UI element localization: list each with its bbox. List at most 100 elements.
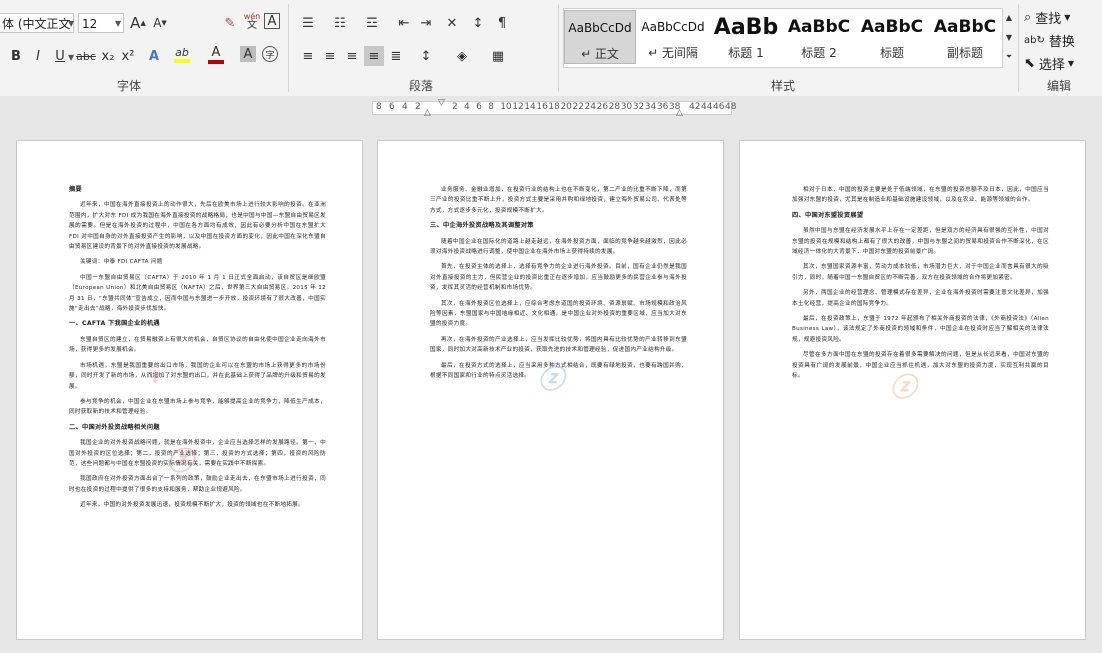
bullets-icon[interactable]: ☰ [298,13,318,33]
ruler-tick-label: 46 [713,102,725,112]
sort-icon[interactable]: ↕ [468,13,488,33]
styles-scroll-up-icon[interactable]: ▲ [1003,8,1015,26]
ruler-tick-label: 36 [656,102,669,112]
align-left-icon[interactable]: ≡ [298,46,318,66]
multilevel-list-icon[interactable]: ☲ [362,13,382,33]
font-group: 体 (中文正文 ▼ 12 ▼ A ▲ A ▼ ✎ wén 文 A B I U ▼ a… [0,0,280,96]
ruler-tick-label: 4 [402,102,408,112]
line-spacing-icon[interactable]: ↕ [416,46,436,66]
superscript-button[interactable]: x² [118,46,138,66]
subscript-button[interactable]: x₂ [98,46,118,66]
italic-button[interactable]: I [28,46,48,66]
underline-dropdown-icon[interactable]: ▼ [68,53,74,62]
ruler-tick-label: 14 [524,102,536,112]
document-page-3[interactable]: 相对于日本，中国的投资主要是处于低端领域，在东盟的投资总额不及日本，因此，中国应… [739,140,1086,640]
shading-icon[interactable]: ◈ [452,46,472,66]
ruler-tick-label: 30 [620,102,633,112]
ruler-tick-label: 28 [608,102,621,112]
font-group-label: 字体 [116,79,141,93]
section-heading: 三、中企海外投资战略及其调整对策 [430,222,534,230]
paragraph-group: ☰ ☷ ☲ ⇤ ⇥ ✕ ↕ ¶ ≡ ≡ ≡ ≡ ≣ ↕ ◈ ▦ 段落 [290,0,552,96]
body-paragraph: 市场机遇，东盟是我国重要的出口市场，我国的企业可以在东盟的市场上获得更多的市场份… [69,362,326,390]
replace-icon: ab↻ [1024,34,1045,46]
ruler-tick-label: 24 [584,102,596,112]
find-dropdown-icon[interactable]: ▼ [1064,13,1070,22]
separator [1018,4,1019,92]
show-marks-icon[interactable]: ¶ [492,13,512,33]
select-dropdown-icon[interactable]: ▼ [1068,59,1074,68]
ruler-tick-label: 18 [548,102,560,112]
styles-more-icon[interactable]: ⏷ [1003,48,1015,66]
body-paragraph: 另外，两国企业的经营理念、管理模式存在差异，企业在海外投资时需要注意文化差异，加… [792,290,1049,307]
style-normal[interactable]: AaBbCcDd ↵ 正文 [564,10,636,64]
style-heading-2[interactable]: AaBbC 标题 2 [783,10,855,64]
body-paragraph: 我国政府在对外投资方面出台了一系列的政策，鼓励企业走出去，在东盟市场上进行投资，… [69,476,326,493]
body-paragraph: 东盟自贸区的建立，在贸易融资上有很大的机会，自贸区协议的自由化使中国企业走向海外… [69,336,326,354]
body-paragraph: 近年来，中国的对外投资发展迅速，投资规模不断扩大，投资的领域也在不断地拓展。 [80,502,304,509]
strikethrough-button[interactable]: abc [76,46,96,66]
text-effects-icon[interactable]: A [144,46,164,66]
body-paragraph: 随着中国企业在国际化的道路上越走越远，在海外投资方面，面临的竞争越来越激烈，因此… [430,238,687,256]
clear-format-icon[interactable]: ✎ [220,13,240,33]
chinese-layout-icon[interactable]: ✕ [442,13,462,33]
ruler-tick-label: 6 [389,102,395,112]
enclose-char-icon[interactable]: 字 [262,46,278,62]
char-border-icon[interactable]: A [264,13,280,29]
align-center-icon[interactable]: ≡ [320,46,340,66]
font-size-dropdown-icon[interactable]: ▼ [115,19,121,28]
numbering-icon[interactable]: ☷ [330,13,350,33]
ribbon: 体 (中文正文 ▼ 12 ▼ A ▲ A ▼ ✎ wén 文 A B I U ▼ a… [0,0,1102,97]
document-page-2[interactable]: 业务服务、金融业增加，在投资行业的结构上也在不断变化，第二产业的比重不断下降，而… [377,140,724,640]
styles-scroll-down-icon[interactable]: ▼ [1003,28,1015,46]
bold-button[interactable]: B [6,46,26,66]
borders-icon[interactable]: ▦ [488,46,508,66]
highlight-color-icon[interactable]: ab [172,44,192,64]
horizontal-ruler[interactable]: 8642 2 4 6 8 10 12 14 16 18 20 22 24 26 28 30 32 34 36 38 … [0,96,1102,120]
font-name-combo[interactable]: 体 (中文正文 [0,13,74,33]
search-icon: ⌕ [1024,9,1032,25]
font-color-icon[interactable]: A [206,44,226,64]
body-paragraph: 首先，在投资主体的选择上，选择有竞争力的企业进行海外投资。目前，国有企业仍然是我… [430,264,687,292]
ruler-tick-label: 2 [415,102,421,112]
underline-button[interactable]: U [50,46,70,66]
shrink-font-icon[interactable]: A ▼ [150,13,170,33]
right-indent-marker[interactable]: △ [676,108,683,118]
document-page-1[interactable]: 摘要 近年来，中国在海外直接投资上的动作很大，先后在欧美市场上进行较大影响的投资。… [16,140,363,640]
font-name-dropdown-icon[interactable]: ▼ [68,19,74,28]
phonetic-guide-icon[interactable]: wén 文 [242,11,262,31]
first-line-indent-marker[interactable]: ▽ [438,98,445,108]
left-indent-marker[interactable]: △ [424,108,431,118]
body-paragraph: 近年来，中国在海外直接投资上的动作很大，先后在欧美市场上进行较大影响的投资。在亚… [69,202,326,251]
body-paragraph: 业务服务、金融业增加，在投资行业的结构上也在不断变化，第二产业的比重不断下降，而… [430,187,687,214]
distributed-icon[interactable]: ≣ [386,46,406,66]
style-heading-1[interactable]: AaBb 标题 1 [710,10,782,64]
editing-group-label: 编辑 [1046,79,1071,93]
justify-icon[interactable]: ≡ [364,46,384,66]
replace-button[interactable]: ab↻ 替换 [1024,31,1075,50]
separator [288,4,289,92]
decrease-indent-icon[interactable]: ⇤ [394,13,414,33]
ruler-tick-label: 44 [701,102,713,112]
style-no-spacing[interactable]: AaBbCcDd ↵ 无间隔 [637,10,709,64]
page-content: 摘要 近年来，中国在海外直接投资上的动作很大，先后在欧美市场上进行较大影响的投资。… [69,185,326,516]
ruler-tick-label: 12 [512,102,524,112]
style-subtitle[interactable]: AaBbC 副标题 [929,10,1001,64]
body-paragraph: 再次，在海外投资的产业选择上，应当发挥比较优势，将国内具有比较优势的产业转移到东… [430,336,687,354]
section-heading: 一、CAFTA 下我国企业的机遇 [69,320,160,328]
body-paragraph: 最后，在投资方式的选择上，应当采用多种方式相结合，既要有绿地投资，也要有跨国并购… [430,362,687,380]
ruler-tick-label: 32 [632,102,645,112]
grow-font-icon[interactable]: A ▲ [128,13,148,33]
align-right-icon[interactable]: ≡ [342,46,362,66]
highlight-swatch [174,58,190,63]
char-shading-icon[interactable]: A [240,46,256,62]
body-paragraph: 中国一东盟自由贸易区（CAFTA）于 2010 年 1 月 1 日正式全面启动，… [69,274,326,313]
find-button[interactable]: ⌕ 查找 ▼ [1024,8,1070,27]
body-paragraph: 相对于日本，中国的投资主要是处于低端领域，在东盟的投资总额不及日本，因此，中国应… [792,187,1049,204]
style-title[interactable]: AaBbC 标题 [856,10,928,64]
font-color-swatch [208,59,224,64]
ruler-tick-label: 26 [596,102,609,112]
body-paragraph: 尽管在多方面中国在东盟的投资存在着很多需要解决的问题，但是从长远来看，中国对东盟… [792,352,1049,380]
ruler-tick-label: 16 [536,102,548,112]
select-button[interactable]: ⬉ 选择 ▼ [1024,54,1074,73]
increase-indent-icon[interactable]: ⇥ [416,13,436,33]
